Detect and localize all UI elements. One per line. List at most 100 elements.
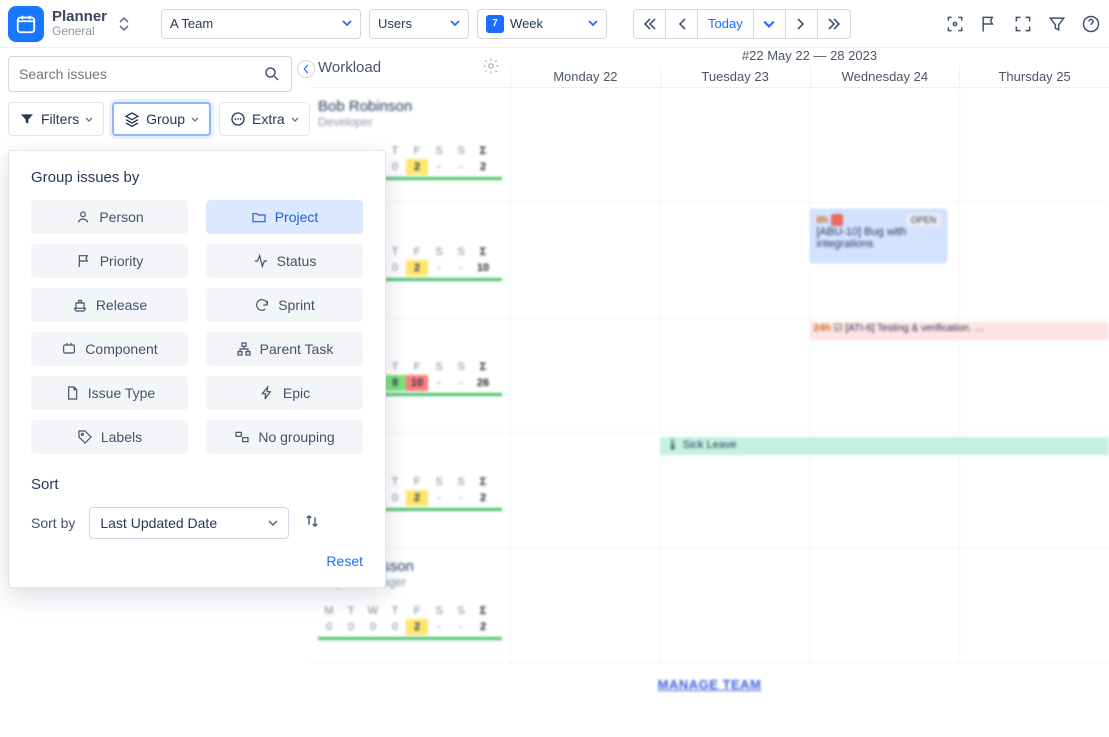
flag-icon [76, 253, 92, 269]
tree-icon [236, 341, 252, 357]
nav-prev-button[interactable] [666, 10, 698, 38]
funnel-icon [19, 111, 35, 127]
day-header: Thursday 25 [959, 66, 1109, 88]
app-switcher[interactable] [119, 16, 129, 32]
filter-bar: Filters Group Extra [8, 102, 292, 136]
group-option-status[interactable]: Status [206, 244, 363, 278]
sort-select[interactable]: Last Updated Date [89, 507, 289, 539]
group-option-project[interactable]: Project [206, 200, 363, 234]
group-option-priority[interactable]: Priority [31, 244, 188, 278]
sort-select-value: Last Updated Date [100, 515, 217, 531]
refresh-icon [254, 297, 270, 313]
toolbar-actions [945, 14, 1101, 34]
person-row: Frank Larsson Project Manager MTWTFSSΣ 0… [310, 548, 1109, 663]
team-select[interactable]: A Team [161, 9, 361, 39]
team-select-value: A Team [170, 16, 213, 31]
chevron-down-icon [291, 111, 299, 127]
collapse-sidebar-button[interactable] [297, 60, 315, 78]
group-option-parent-task[interactable]: Parent Task [206, 332, 363, 366]
group-option-sprint[interactable]: Sprint [206, 288, 363, 322]
group-option-issue-type[interactable]: Issue Type [31, 376, 188, 410]
filters-label: Filters [41, 111, 79, 127]
chevron-down-icon [85, 111, 93, 127]
group-option-component[interactable]: Component [31, 332, 188, 366]
workload-main: Workload #22 May 22 — 28 2023 Monday 22 … [310, 48, 1109, 737]
left-sidebar: Filters Group Extra [0, 48, 300, 144]
search-input[interactable] [19, 66, 255, 82]
day-header: Tuesday 23 [660, 66, 810, 88]
leave-card[interactable]: 🌡 Sick Leave [660, 437, 1109, 455]
group-panel-title: Group issues by [31, 169, 363, 186]
app-subtitle: General [52, 25, 107, 38]
person-row: …on TFSSΣ 8 10 - - 26 [310, 318, 1109, 433]
group-option-labels[interactable]: Labels [31, 420, 188, 454]
people-list: Bob Robinson Developer TFSSΣ 0 2 - - 2 [310, 88, 1109, 692]
tag-icon [77, 429, 93, 445]
today-label: Today [708, 16, 743, 31]
component-icon [61, 341, 77, 357]
help-icon[interactable] [1081, 14, 1101, 34]
task-card[interactable]: 24h ☑ [ATI-6] Testing & verification. … [810, 322, 1109, 340]
group-option-person[interactable]: Person [31, 200, 188, 234]
day-header: Monday 22 [510, 66, 660, 88]
more-icon [230, 111, 246, 127]
fullscreen-icon[interactable] [1013, 14, 1033, 34]
focus-icon[interactable] [945, 14, 965, 34]
filters-button[interactable]: Filters [8, 102, 104, 136]
none-icon [234, 429, 250, 445]
search-icon [263, 65, 281, 83]
date-nav-group: Today [633, 9, 851, 39]
users-select[interactable]: Users [369, 9, 469, 39]
leave-title: Sick Leave [683, 439, 737, 451]
period-select[interactable]: 7 Week [477, 9, 607, 39]
app-logo [8, 6, 44, 42]
nav-first-button[interactable] [634, 10, 666, 38]
task-title: [ABU-10] Bug with integrations [817, 226, 907, 250]
group-option-release[interactable]: Release [31, 288, 188, 322]
manage-team-link[interactable]: MANAGE TEAM [310, 677, 1109, 692]
person-row: Bob Robinson Developer TFSSΣ 0 2 - - 2 [310, 88, 1109, 203]
nav-today-button[interactable]: Today [698, 10, 754, 38]
chevron-down-icon [191, 111, 199, 127]
top-toolbar: Planner General A Team Users 7 Week Toda… [0, 0, 1109, 48]
reset-link[interactable]: Reset [31, 553, 363, 569]
person-role: Developer [318, 115, 502, 129]
extra-button[interactable]: Extra [219, 102, 310, 136]
group-button[interactable]: Group [112, 102, 211, 136]
search-box[interactable] [8, 56, 292, 92]
workload-header: Workload #22 May 22 — 28 2023 Monday 22 … [310, 48, 1109, 88]
person-row: …en TFSSΣ 0 2 - - 2 [310, 433, 1109, 548]
users-select-value: Users [378, 16, 412, 31]
day-header-row: Monday 22 Tuesday 23 Wednesday 24 Thursd… [510, 66, 1109, 88]
group-dropdown-panel: Group issues by Person Project Priority … [8, 150, 386, 588]
person-icon [75, 209, 91, 225]
group-option-epic[interactable]: Epic [206, 376, 363, 410]
flag-icon[interactable] [979, 14, 999, 34]
sort-heading: Sort [31, 476, 363, 493]
status-badge: OPEN [907, 214, 941, 226]
chevron-down-icon [268, 518, 278, 528]
app-title-block: Planner General [52, 9, 107, 39]
calendar-icon: 7 [486, 15, 504, 33]
task-card[interactable]: 8h OPEN [ABU-10] Bug with integrations [810, 209, 948, 263]
nav-last-button[interactable] [818, 10, 850, 38]
gear-icon[interactable] [482, 57, 500, 79]
bug-icon [831, 214, 843, 226]
task-title: [ATI-6] Testing & verification. … [845, 323, 984, 334]
chevron-down-icon [450, 16, 460, 31]
workload-title-block: Workload [310, 57, 510, 79]
document-icon [64, 385, 80, 401]
day-header: Wednesday 24 [810, 66, 960, 88]
chevron-down-icon [588, 16, 598, 31]
nav-next-button[interactable] [786, 10, 818, 38]
group-option-no-grouping[interactable]: No grouping [206, 420, 363, 454]
folder-icon [251, 209, 267, 225]
sort-direction-toggle[interactable] [303, 512, 321, 535]
workload-title: Workload [318, 59, 381, 76]
app-title: Planner [52, 9, 107, 26]
nav-today-dropdown[interactable] [754, 10, 786, 38]
date-range-label: #22 May 22 — 28 2023 [510, 48, 1109, 66]
person-name: Bob Robinson [318, 98, 502, 115]
layers-icon [124, 111, 140, 127]
filter-icon[interactable] [1047, 14, 1067, 34]
